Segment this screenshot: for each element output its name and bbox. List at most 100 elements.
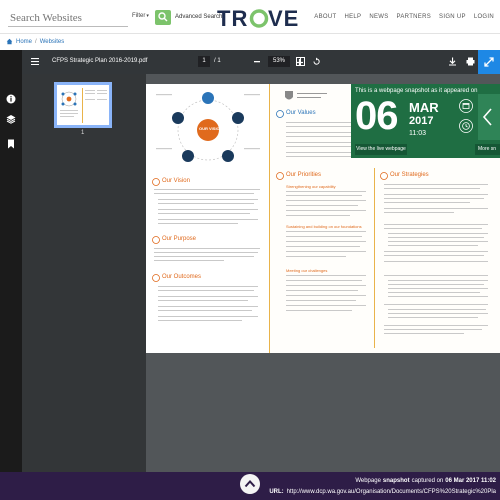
text-line [384, 198, 484, 200]
text-line [286, 256, 346, 258]
nav-about[interactable]: ABOUT [314, 14, 336, 20]
chevron-up-icon [244, 480, 256, 488]
text-line [286, 305, 366, 307]
text-line [388, 292, 480, 294]
clock-icon[interactable] [459, 119, 473, 133]
rotate-icon[interactable] [312, 57, 321, 66]
nav-partners[interactable]: PARTNERS [397, 14, 432, 20]
text-line [384, 184, 488, 186]
capture-mid: captured on [411, 478, 444, 484]
text-line [158, 296, 258, 298]
filter-label: Filter [132, 13, 146, 19]
text-line [388, 296, 488, 298]
values-heading-icon [276, 110, 284, 118]
capture-info: Webpage snapshot captured on 06 Mar 2017… [355, 478, 496, 484]
zoom-out-icon[interactable] [254, 61, 260, 63]
more-snapshots-button[interactable]: More sn [475, 144, 500, 155]
text-line [384, 208, 488, 210]
menu-icon[interactable] [31, 58, 39, 65]
download-icon[interactable] [448, 57, 457, 66]
breadcrumb: Home / Websites [6, 38, 64, 45]
text-line [384, 329, 482, 331]
view-live-webpage-button[interactable]: View the live webpage [355, 144, 407, 155]
bookmark-icon[interactable] [6, 139, 16, 149]
scroll-up-button[interactable] [240, 474, 260, 494]
text-line [158, 310, 252, 312]
nav-sign-up[interactable]: SIGN UP [439, 14, 466, 20]
text-line [286, 195, 362, 197]
text-line [297, 97, 321, 99]
nav-help[interactable]: HELP [344, 14, 361, 20]
text-line [286, 251, 366, 253]
thumbnail-panel: 1 [22, 74, 146, 472]
thumbnail-page-number: 1 [81, 130, 85, 136]
layers-icon[interactable] [6, 114, 16, 124]
text-line [154, 193, 254, 195]
fit-page-icon[interactable] [296, 57, 305, 66]
text-line [154, 252, 258, 254]
trove-logo[interactable]: TR VE [216, 6, 298, 30]
text-line [286, 215, 350, 217]
text-line [388, 245, 478, 247]
pdf-toolbar: CFPS Strategic Plan 2016-2019.pdf 1 / 1 … [22, 50, 500, 74]
breadcrumb-websites[interactable]: Websites [40, 39, 65, 45]
url-label: URL: [269, 489, 284, 495]
text-line [388, 241, 488, 243]
search-input[interactable] [8, 9, 128, 27]
text-line [158, 316, 258, 318]
text-line [286, 205, 358, 207]
breadcrumb-separator: / [35, 38, 37, 45]
text-line [388, 284, 484, 286]
text-line [384, 251, 488, 253]
pdf-title: CFPS Strategic Plan 2016-2019.pdf [52, 58, 148, 64]
text-line [154, 260, 224, 262]
previous-snapshot-button[interactable] [478, 94, 500, 140]
heading-our-outcomes: Our Outcomes [162, 274, 202, 280]
calendar-icon[interactable] [459, 99, 473, 113]
text-line [384, 325, 488, 327]
text-line [384, 224, 488, 226]
heading-our-purpose: Our Purpose [162, 236, 197, 242]
text-line [384, 212, 454, 214]
text-line [158, 290, 254, 292]
text-line [158, 223, 238, 225]
text-line [158, 300, 248, 302]
fullscreen-button[interactable] [478, 50, 500, 74]
text-line [286, 295, 366, 297]
heading-our-strategies: Our Strategies [390, 172, 429, 178]
nav-news[interactable]: NEWS [369, 14, 388, 20]
page-left-column: OUR VISION Our Vision Our Purpose Our Ou… [146, 84, 270, 353]
inner-column-divider [374, 168, 375, 348]
print-icon[interactable] [466, 57, 475, 66]
info-icon[interactable] [6, 94, 16, 104]
page-thumbnail[interactable] [54, 82, 112, 128]
text-line [286, 200, 366, 202]
text-line [286, 231, 366, 233]
text-line [158, 199, 258, 201]
text-line [154, 256, 254, 258]
search-icon [158, 12, 168, 22]
text-line [286, 246, 360, 248]
text-line [286, 275, 366, 277]
search-button[interactable] [155, 10, 171, 25]
zoom-level[interactable]: 53% [268, 56, 290, 67]
text-line [286, 191, 366, 193]
page-total: / 1 [214, 58, 221, 64]
text-line [286, 210, 366, 212]
snapshot-url[interactable]: http://www.dcp.wa.gov.au/Organisation/Do… [287, 489, 496, 495]
chevron-down-icon: ▾ [146, 13, 149, 19]
snapshot-year: 2017 [409, 115, 434, 127]
page-number-input[interactable]: 1 [198, 56, 210, 67]
nav-login[interactable]: LOGIN [474, 14, 494, 20]
text-line [158, 306, 258, 308]
text-line [158, 209, 258, 211]
filter-dropdown[interactable]: Filter▾ [132, 13, 149, 19]
text-line [384, 261, 488, 263]
chevron-left-icon [482, 108, 492, 126]
breadcrumb-home[interactable]: Home [16, 39, 32, 45]
snapshot-day: 06 [355, 94, 398, 138]
home-icon [6, 38, 13, 45]
text-line [158, 203, 254, 205]
text-line [286, 236, 362, 238]
snapshot-side-panel [0, 50, 22, 472]
